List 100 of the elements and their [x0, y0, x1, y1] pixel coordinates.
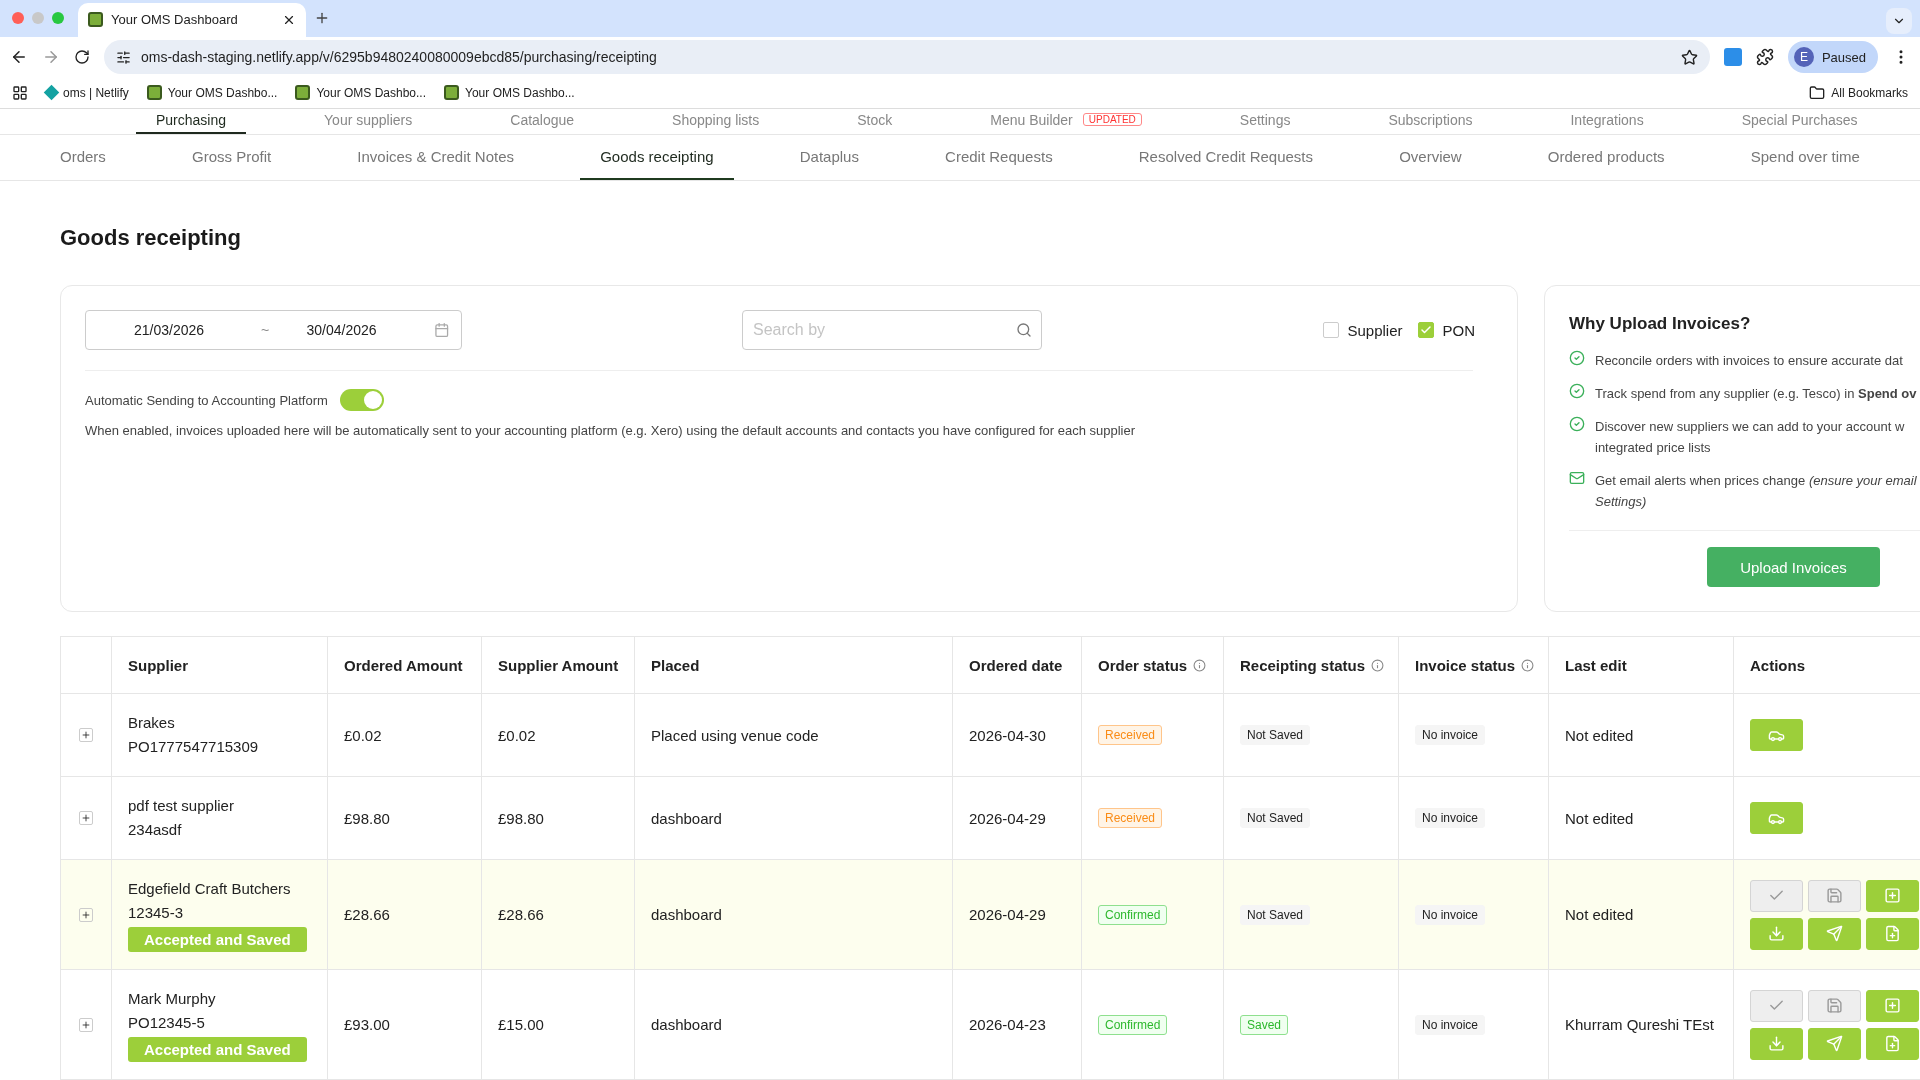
- maximize-window-icon[interactable]: [52, 12, 64, 25]
- table-cell: 2026-04-23: [952, 969, 1082, 1080]
- file-plus-icon: [1884, 1035, 1901, 1052]
- nav-item[interactable]: Settings: [1219, 111, 1311, 134]
- checkbox[interactable]: [1418, 322, 1435, 338]
- site-info-icon[interactable]: [116, 49, 131, 65]
- nav-item[interactable]: Purchasing: [136, 111, 247, 134]
- action-button[interactable]: [1866, 879, 1919, 912]
- bookmark-star-icon[interactable]: [1680, 48, 1698, 66]
- upload-button[interactable]: Upload Invoices: [1707, 547, 1880, 587]
- browser-tab[interactable]: Your OMS Dashboard: [78, 2, 306, 37]
- tab[interactable]: Gross Profit: [172, 134, 292, 180]
- expand-button[interactable]: [79, 907, 93, 922]
- tab[interactable]: Overview: [1379, 134, 1482, 180]
- supplier-name: Brakes: [128, 713, 176, 733]
- action-button[interactable]: [1750, 802, 1803, 834]
- tab[interactable]: Resolved Credit Requests: [1118, 134, 1334, 180]
- po-number: PO1777547715309: [128, 737, 260, 757]
- search-icon: [1016, 322, 1032, 338]
- benefit-text: Track spend from any supplier (e.g. Tesco) in Spend ov: [1595, 385, 1917, 403]
- column-header: Actions: [1733, 636, 1920, 694]
- checkbox-label: PON: [1442, 321, 1475, 339]
- status-badge: Not Saved: [1240, 725, 1311, 745]
- supplier-name: pdf test supplier: [128, 796, 235, 816]
- table-cell: Not edited: [1548, 693, 1734, 777]
- nav-item[interactable]: Subscriptions: [1368, 111, 1493, 134]
- updated-badge: UPDATED: [1082, 113, 1142, 127]
- tab[interactable]: Orders: [40, 134, 126, 180]
- download-icon: [1768, 925, 1785, 942]
- bookmark-item[interactable]: Your OMS Dashbo...: [295, 85, 427, 101]
- nav-item[interactable]: Special Purchases: [1721, 111, 1878, 134]
- column-header: Last edit: [1548, 636, 1734, 694]
- description-text: When enabled, invoices uploaded here will be automatically sent to your accounting platform (e.g. Xero) using the default accounts and contacts you have configured for each supplier: [85, 423, 1137, 438]
- plus-square-icon: [1884, 997, 1901, 1014]
- supplier-name: Mark Murphy: [128, 989, 217, 1009]
- column-header: Supplier Amount: [481, 636, 635, 694]
- save-icon: [1826, 887, 1843, 904]
- action-button[interactable]: [1750, 917, 1803, 950]
- table-cell: £15.00: [481, 969, 635, 1080]
- tab[interactable]: Ordered products: [1527, 134, 1685, 180]
- nav-item[interactable]: Catalogue: [490, 111, 595, 134]
- table-cell: £0.02: [327, 693, 482, 777]
- action-button[interactable]: [1808, 917, 1861, 950]
- checkmark-icon: [1420, 324, 1433, 336]
- column-header: Supplier: [111, 636, 328, 694]
- profile-button[interactable]: E Paused: [1787, 41, 1878, 74]
- reload-icon[interactable]: [74, 49, 90, 66]
- close-window-icon[interactable]: [12, 12, 24, 25]
- po-number: 234asdf: [128, 820, 183, 840]
- table-cell: £0.02: [481, 693, 635, 777]
- tab[interactable]: Credit Requests: [925, 134, 1073, 180]
- all-bookmarks[interactable]: All Bookmarks: [1809, 84, 1908, 101]
- action-button[interactable]: [1750, 1027, 1803, 1060]
- action-button[interactable]: [1866, 1027, 1919, 1060]
- file-plus-icon: [1884, 925, 1901, 942]
- table-cell: £93.00: [327, 969, 482, 1080]
- benefit-text: Discover new suppliers we can add to your account w integrated price lists: [1595, 418, 1905, 457]
- status-badge: Confirmed: [1098, 1014, 1168, 1035]
- action-button[interactable]: [1866, 917, 1919, 950]
- minimize-window-icon[interactable]: [32, 12, 44, 25]
- action-button[interactable]: [1750, 719, 1803, 751]
- date-range-field[interactable]: 21/03/2026 ~ 30/04/2026: [85, 310, 462, 350]
- status-badge: Received: [1098, 725, 1163, 745]
- table-cell: £98.80: [327, 776, 482, 860]
- nav-item[interactable]: Integrations: [1550, 111, 1664, 134]
- favicon-icon: [444, 85, 460, 101]
- nav-item[interactable]: Shopping lists: [652, 111, 780, 134]
- apps-icon[interactable]: [12, 84, 28, 101]
- expand-button[interactable]: [79, 811, 93, 825]
- column-header: Receipting status: [1223, 636, 1399, 694]
- expand-button[interactable]: [79, 728, 93, 742]
- action-button[interactable]: [1866, 989, 1919, 1022]
- tab[interactable]: Goods receipting: [580, 134, 734, 180]
- search-field[interactable]: Search by: [742, 310, 1042, 350]
- action-button[interactable]: [1808, 1027, 1861, 1060]
- toggle-switch[interactable]: [339, 389, 384, 411]
- nav-label[interactable]: Menu Builder: [990, 111, 1073, 128]
- expand-button[interactable]: [79, 1017, 93, 1032]
- favicon-icon: [88, 12, 103, 28]
- table-cell: dashboard: [634, 969, 953, 1080]
- po-number: PO12345-5: [128, 1013, 206, 1033]
- benefit-text: Get email alerts when prices change (ensure your email Settings): [1595, 472, 1917, 511]
- tab[interactable]: Dataplus: [779, 134, 879, 180]
- tab[interactable]: Invoices & Credit Notes: [337, 134, 535, 180]
- bookmark-item[interactable]: oms | Netlify: [46, 85, 129, 100]
- column-header: Invoice status: [1398, 636, 1549, 694]
- bookmark-item[interactable]: Your OMS Dashbo...: [146, 85, 278, 101]
- tab[interactable]: Spend over time: [1730, 134, 1880, 180]
- status-badge: Saved: [1240, 1014, 1289, 1035]
- accepted-badge: Accepted and Saved: [128, 927, 307, 952]
- nav-item[interactable]: Your suppliers: [304, 111, 433, 134]
- nav-item[interactable]: Stock: [837, 111, 913, 134]
- address-bar[interactable]: oms-dash-staging.netlify.app/v/6295b9480240080009ebcd85/purchasing/receipting: [104, 40, 1710, 75]
- folder-icon: [1809, 84, 1826, 101]
- benefit-text: Reconcile orders with invoices to ensure accurate dat: [1595, 352, 1903, 370]
- checkbox[interactable]: [1323, 322, 1340, 338]
- nav-item[interactable]: Menu Builder UPDATED: [970, 111, 1162, 134]
- bookmark-item[interactable]: Your OMS Dashbo...: [444, 85, 575, 101]
- extensions-icon[interactable]: [1755, 48, 1774, 67]
- check-circle-icon: [1569, 350, 1585, 366]
